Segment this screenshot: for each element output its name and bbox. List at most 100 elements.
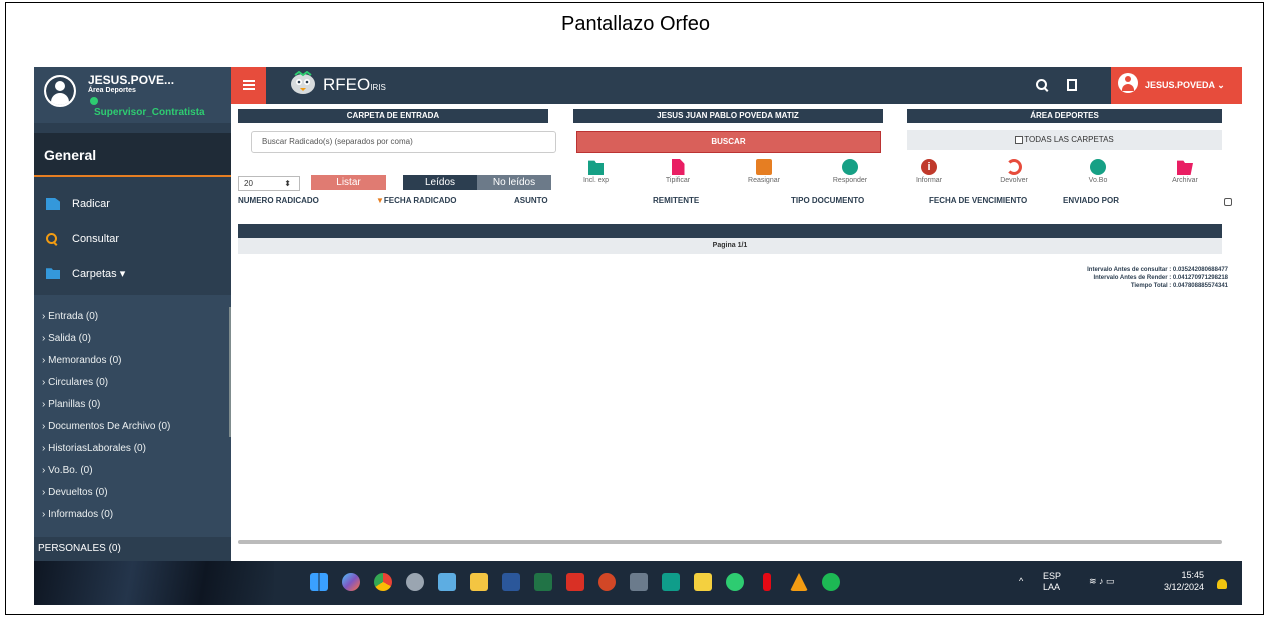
action-devolver-button[interactable]: Devolver xyxy=(984,159,1044,184)
info-icon: i xyxy=(921,159,937,175)
page-size-value: 20 xyxy=(244,179,253,188)
sticky-notes-icon[interactable] xyxy=(694,573,712,591)
col-numero-radicado[interactable]: NUMERO RADICADO xyxy=(238,196,319,205)
spotify-icon[interactable] xyxy=(822,573,840,591)
radicado-search-input[interactable]: Buscar Radicado(s) (separados por coma) xyxy=(251,131,556,153)
no-leidos-filter-button[interactable]: No leídos xyxy=(477,175,551,190)
buscar-button[interactable]: BUSCAR xyxy=(576,131,881,153)
action-label: Informar xyxy=(915,177,943,184)
user-menu-name: JESUS.POVEDA ⌄ xyxy=(1145,80,1225,90)
folder-devueltos[interactable]: › Devueltos (0) xyxy=(42,487,108,498)
taskbar-clock[interactable]: 15:45 3/12/2024 xyxy=(1164,569,1204,593)
section-general-label: General xyxy=(44,147,97,163)
action-responder-button[interactable]: Responder xyxy=(820,159,880,184)
media-player-icon[interactable] xyxy=(726,573,744,591)
list-icon xyxy=(756,159,772,175)
folder-documentos-archivo[interactable]: › Documentos De Archivo (0) xyxy=(42,421,170,432)
folder-planillas[interactable]: › Planillas (0) xyxy=(42,399,100,410)
sidebar-item-label: Carpetas ▾ xyxy=(72,267,126,280)
action-reasignar-button[interactable]: Reasignar xyxy=(734,159,794,184)
folder-historias-laborales[interactable]: › HistoriasLaborales (0) xyxy=(42,443,146,454)
sidebar-item-radicar[interactable]: Radicar xyxy=(34,188,231,220)
folder-informados[interactable]: › Informados (0) xyxy=(42,509,113,520)
orfeo-logo-icon xyxy=(291,71,315,94)
leidos-filter-button[interactable]: Leídos xyxy=(403,175,477,190)
horizontal-scrollbar[interactable] xyxy=(238,540,1222,544)
powerpoint-icon[interactable] xyxy=(598,573,616,591)
page-size-select[interactable]: 20 ⬍ xyxy=(238,176,300,191)
todas-carpetas-toggle[interactable]: TODAS LAS CARPETAS xyxy=(907,130,1222,150)
online-status-icon xyxy=(90,97,98,105)
action-label: Tipificar xyxy=(665,177,691,184)
menu-toggle-button[interactable] xyxy=(231,67,266,104)
timing-line: Intervalo Antes de consultar : 0.0352420… xyxy=(1087,267,1228,273)
action-incl-exp-button[interactable]: Incl. exp xyxy=(566,159,626,184)
action-archivar-button[interactable]: Archivar xyxy=(1155,159,1215,184)
select-all-checkbox[interactable] xyxy=(1224,198,1232,206)
photos-icon[interactable] xyxy=(438,573,456,591)
outlook-icon[interactable] xyxy=(662,573,680,591)
word-icon[interactable] xyxy=(502,573,520,591)
language-code: ESP xyxy=(1043,571,1062,581)
sidebar-item-consultar[interactable]: Consultar xyxy=(34,223,231,255)
document-frame: Pantallazo Orfeo JESUS.POVE... Área Depo… xyxy=(5,2,1264,615)
calculator-icon[interactable] xyxy=(630,573,648,591)
search-icon[interactable] xyxy=(1036,79,1050,93)
user-menu-button[interactable]: JESUS.POVEDA ⌄ xyxy=(1111,67,1242,104)
main-content: CARPETA DE ENTRADA JESUS JUAN PABLO POVE… xyxy=(231,104,1242,561)
folder-icon xyxy=(588,160,604,175)
listar-button[interactable]: Listar xyxy=(311,175,386,190)
folder-entrada[interactable]: › Entrada (0) xyxy=(42,311,98,322)
user-area: Área Deportes xyxy=(88,87,136,94)
col-enviado-por[interactable]: ENVIADO POR xyxy=(1063,196,1119,205)
folder-open-icon xyxy=(1177,160,1193,175)
col-remitente[interactable]: REMITENTE xyxy=(653,196,699,205)
copilot-icon[interactable] xyxy=(342,573,360,591)
chevron-up-icon[interactable]: ^ xyxy=(1019,576,1023,587)
todas-carpetas-checkbox[interactable] xyxy=(1015,135,1024,144)
personales-folder[interactable]: PERSONALES (0) xyxy=(34,537,231,561)
check-icon xyxy=(1090,159,1106,175)
clock-time: 15:45 xyxy=(1181,570,1205,580)
folder-memorandos[interactable]: › Memorandos (0) xyxy=(42,355,121,366)
action-label: Archivar xyxy=(1172,177,1198,184)
col-fecha-vencimiento[interactable]: FECHA DE VENCIMIENTO xyxy=(929,196,1027,205)
app-logo-text: RFEOIRIS xyxy=(323,75,386,94)
col-fecha-radicado[interactable]: ▼FECHA RADICADO xyxy=(376,196,457,205)
folder-salida[interactable]: › Salida (0) xyxy=(42,333,91,344)
chrome-icon[interactable] xyxy=(374,573,392,591)
sidebar-item-label: Consultar xyxy=(72,233,120,245)
notification-bell-icon[interactable] xyxy=(1217,579,1227,589)
os-taskbar: ^ ESP LAA ≋ ♪ ▭ 15:45 3/12/2024 xyxy=(34,561,1242,605)
col-asunto[interactable]: ASUNTO xyxy=(514,196,548,205)
top-navbar: RFEOIRIS JESUS.POVEDA ⌄ xyxy=(231,67,1242,104)
vlc-icon[interactable] xyxy=(790,573,808,591)
folder-circulares[interactable]: › Circulares (0) xyxy=(42,377,108,388)
action-informar-button[interactable]: i Informar xyxy=(899,159,959,184)
folder-list: › Entrada (0) › Salida (0) › Memorandos … xyxy=(34,295,231,561)
language-indicator[interactable]: ESP LAA xyxy=(1043,571,1061,593)
windows-start-icon[interactable] xyxy=(310,573,328,591)
sidebar-item-label: Radicar xyxy=(72,198,110,210)
timing-line: Tiempo Total : 0.047808885574341 xyxy=(1130,283,1228,289)
folder-icon xyxy=(46,268,60,279)
folder-vobo[interactable]: › Vo.Bo. (0) xyxy=(42,465,93,476)
pdf-reader-icon[interactable] xyxy=(566,573,584,591)
netflix-icon[interactable] xyxy=(763,573,771,591)
taskbar-wallpaper xyxy=(34,561,274,605)
action-label: Vo.Bo xyxy=(1088,177,1108,184)
action-vobo-button[interactable]: Vo.Bo xyxy=(1068,159,1128,184)
avatar[interactable] xyxy=(44,75,76,107)
action-label: Reasignar xyxy=(748,177,780,184)
settings-gear-icon[interactable] xyxy=(406,573,424,591)
sidebar-item-carpetas[interactable]: Carpetas ▾ xyxy=(34,257,231,289)
action-tipificar-button[interactable]: Tipificar xyxy=(648,159,708,184)
section-divider xyxy=(34,175,231,177)
timing-info: Intervalo Antes de consultar : 0.0352420… xyxy=(1087,266,1228,290)
col-tipo-documento[interactable]: TIPO DOCUMENTO xyxy=(791,196,864,205)
network-sound-battery-icons[interactable]: ≋ ♪ ▭ xyxy=(1089,576,1115,587)
document-icon[interactable] xyxy=(1067,79,1077,91)
search-icon xyxy=(46,233,60,245)
file-explorer-icon[interactable] xyxy=(470,573,488,591)
excel-icon[interactable] xyxy=(534,573,552,591)
